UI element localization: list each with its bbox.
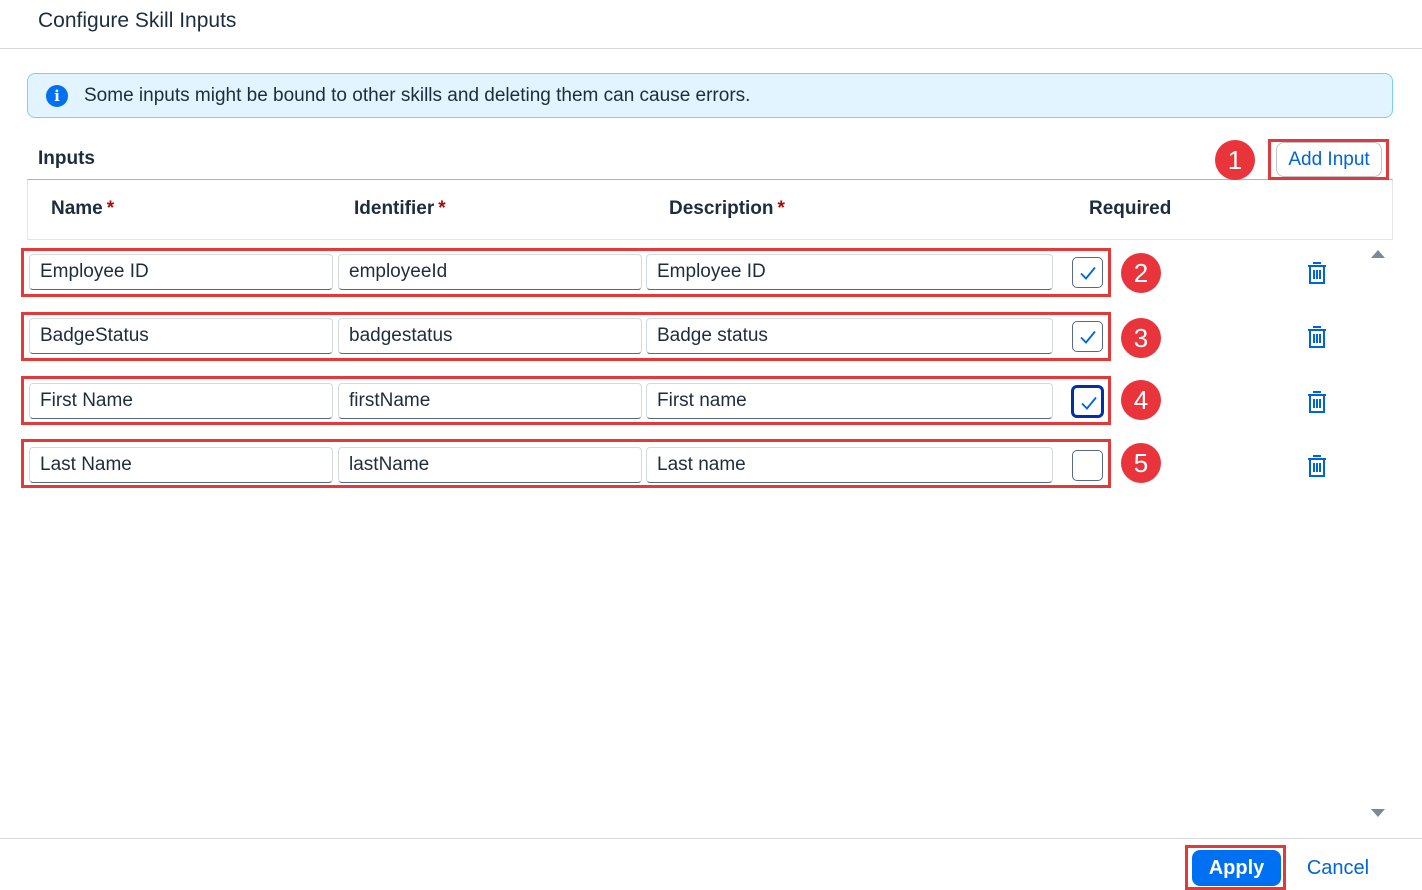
required-checkbox[interactable] — [1072, 450, 1103, 481]
column-header-description: Description * — [669, 198, 785, 219]
name-input[interactable] — [29, 318, 333, 354]
annotation-badge: 5 — [1121, 443, 1161, 483]
required-checkbox[interactable] — [1072, 386, 1103, 417]
checkmark-icon — [1081, 396, 1097, 410]
table-row — [27, 318, 1367, 358]
inputs-section-title: Inputs — [38, 148, 95, 169]
description-input[interactable] — [646, 254, 1053, 290]
column-header-required: Required — [1089, 198, 1172, 219]
table-header: Name * Identifier * Description * Required — [27, 179, 1393, 240]
scroll-down-arrow-icon[interactable] — [1371, 809, 1385, 817]
info-message-text: Some inputs might be bound to other skil… — [84, 85, 751, 106]
info-message-strip: i Some inputs might be bound to other sk… — [27, 73, 1393, 118]
column-header-identifier: Identifier * — [354, 198, 446, 219]
dialog-footer: Apply Cancel — [0, 838, 1422, 890]
scroll-up-arrow-icon[interactable] — [1371, 250, 1385, 258]
identifier-input[interactable] — [338, 383, 642, 419]
cancel-button[interactable]: Cancel — [1295, 850, 1381, 886]
identifier-input[interactable] — [338, 318, 642, 354]
apply-button[interactable]: Apply — [1192, 850, 1281, 886]
table-row — [27, 254, 1367, 294]
annotation-badge: 2 — [1121, 253, 1161, 293]
delete-icon[interactable] — [1306, 389, 1328, 415]
delete-icon[interactable] — [1306, 324, 1328, 350]
name-input[interactable] — [29, 383, 333, 419]
table-row — [27, 447, 1367, 487]
required-checkbox[interactable] — [1072, 257, 1103, 288]
required-checkbox[interactable] — [1072, 321, 1103, 352]
delete-icon[interactable] — [1306, 260, 1328, 286]
checkmark-icon — [1080, 266, 1096, 280]
info-icon: i — [46, 85, 68, 107]
description-input[interactable] — [646, 447, 1053, 483]
dialog-header: Configure Skill Inputs — [0, 0, 1422, 49]
annotation-badge: 1 — [1215, 140, 1255, 180]
description-input[interactable] — [646, 318, 1053, 354]
dialog-title: Configure Skill Inputs — [38, 9, 237, 32]
annotation-badge: 3 — [1121, 318, 1161, 358]
delete-icon[interactable] — [1306, 453, 1328, 479]
identifier-input[interactable] — [338, 254, 642, 290]
identifier-input[interactable] — [338, 447, 642, 483]
table-row — [27, 383, 1367, 423]
name-input[interactable] — [29, 254, 333, 290]
add-input-button[interactable]: Add Input — [1276, 142, 1382, 177]
checkmark-icon — [1080, 330, 1096, 344]
name-input[interactable] — [29, 447, 333, 483]
column-header-name: Name * — [51, 198, 115, 219]
description-input[interactable] — [646, 383, 1053, 419]
annotation-badge: 4 — [1121, 380, 1161, 420]
